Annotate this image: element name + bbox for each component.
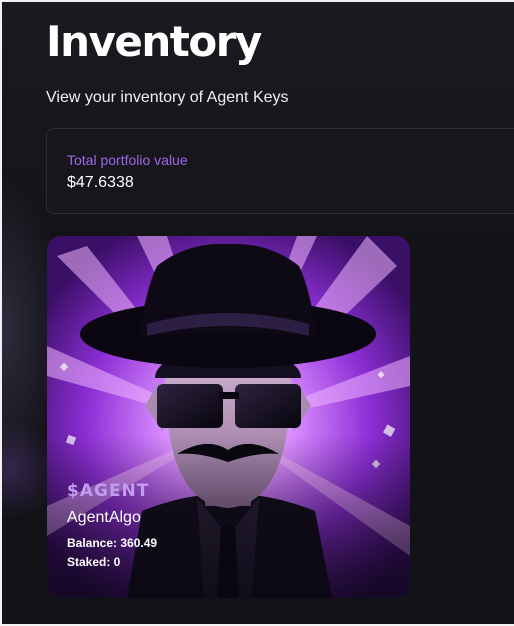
agent-balance: Balance: 360.49 [67,536,158,550]
portfolio-value-card: Total portfolio value $47.6338 [46,128,514,214]
agent-key-card[interactable]: $AGENT AgentAlgo Balance: 360.49 Staked:… [47,236,410,598]
portfolio-value-amount: $47.6338 [67,174,134,191]
portfolio-value-label: Total portfolio value [67,152,188,168]
page-subtitle: View your inventory of Agent Keys [46,89,289,106]
agent-ticker: $AGENT [67,481,150,501]
agent-staked: Staked: 0 [67,555,121,569]
page-title: Inventory [46,17,262,66]
agent-name: AgentAlgo [67,509,141,526]
